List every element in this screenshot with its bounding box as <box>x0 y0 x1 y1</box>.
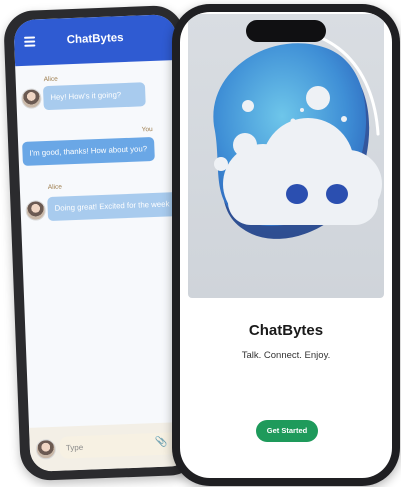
message-bubble: Doing great! Excited for the week <box>47 191 193 222</box>
dynamic-island <box>246 20 326 42</box>
chat-screen: ChatBytes Alice Hey! How's it going? You… <box>13 14 193 472</box>
avatar <box>25 200 47 221</box>
message-sender: Alice <box>47 183 63 192</box>
avatar <box>35 438 57 460</box>
welcome-phone: ChatBytes Talk. Connect. Enjoy. Get Star… <box>172 4 400 486</box>
message-input[interactable] <box>65 437 147 455</box>
app-showcase: ChatBytes Alice Hey! How's it going? You… <box>0 0 401 487</box>
get-started-button[interactable]: Get Started <box>256 420 318 442</box>
chat-title: ChatBytes <box>66 32 124 47</box>
message-sender: Alice <box>43 75 58 84</box>
message-input-bar: 📎 <box>29 421 193 472</box>
hero-illustration <box>188 14 384 298</box>
message-bubble: Hey! How's it going? <box>42 82 146 111</box>
paperclip-icon[interactable]: 📎 <box>155 437 168 448</box>
message-input-wrapper: 📎 <box>59 431 189 459</box>
avatar <box>21 88 42 109</box>
cloud-chat-logo-icon <box>213 29 382 239</box>
tagline: Talk. Connect. Enjoy. <box>241 350 331 361</box>
app-name: ChatBytes <box>248 322 324 339</box>
message-sender: You <box>141 125 153 134</box>
welcome-screen: ChatBytes Talk. Connect. Enjoy. Get Star… <box>180 12 392 478</box>
message-bubble: I'm good, thanks! How about you? <box>22 136 155 166</box>
chat-header: ChatBytes <box>13 14 178 67</box>
